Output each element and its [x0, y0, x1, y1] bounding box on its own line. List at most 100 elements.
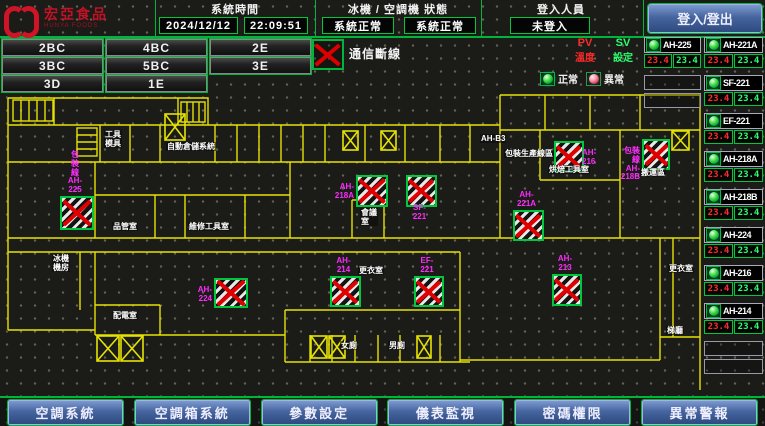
login-logout-button[interactable]: 登入/登出: [648, 4, 762, 33]
room-label: 會議 室: [360, 208, 378, 226]
unit-led-cell: [706, 304, 721, 318]
room-label: 包裝生產線區: [504, 149, 554, 158]
nav-button-1[interactable]: 空調箱系統: [135, 400, 250, 425]
floor-button-3d[interactable]: 3D: [2, 75, 103, 92]
room-label: 工具 模具: [104, 130, 122, 148]
nav-button-5[interactable]: 異常警報: [642, 400, 757, 425]
unit-name-label: AH-224: [723, 230, 751, 240]
unit-name-row: AH-225: [644, 37, 701, 53]
unit-name-label: AH-216: [723, 268, 751, 278]
room-label: 品管室: [112, 222, 138, 231]
unit-tile-ef-221[interactable]: EF-22123.423.4: [704, 113, 763, 144]
unit-name-row: AH-216: [704, 265, 763, 281]
equipment-label: SF-221: [413, 204, 427, 222]
unit-tile-ah-218b[interactable]: AH-218B23.423.4: [704, 189, 763, 220]
bottom-nav: 空調系統空調箱系統參數設定儀表監視密碼權限異常警報: [0, 396, 765, 426]
equipment-marker-ef-221[interactable]: EF-221: [414, 276, 440, 303]
temperature-label: 溫度: [566, 49, 604, 64]
floor-selector: 2BC4BC2E 3BC5BC3E 3D1E: [2, 38, 314, 92]
floor-button-3e[interactable]: 3E: [210, 57, 311, 74]
room-label: 自動倉儲系統: [166, 142, 216, 151]
equipment-marker-ah-225[interactable]: 包裝線 AH-225: [60, 196, 90, 226]
unit-led-cell: [646, 38, 661, 52]
unit-pv-value: 23.4: [644, 54, 672, 68]
unit-name-label: AH-214: [723, 306, 751, 316]
unit-sv-value: 23.4: [734, 92, 763, 106]
unit-tile-sf-221[interactable]: SF-22123.423.4: [704, 75, 763, 106]
pv-sv-header: PV SV 溫度 設定: [566, 37, 642, 64]
unit-sv-value: 23.4: [673, 54, 701, 68]
unit-name-row: AH-214: [704, 303, 763, 319]
empty-slot: [644, 75, 701, 90]
comm-fail-hatch-icon: [60, 196, 94, 230]
legend-abnormal-label: 異常: [604, 71, 624, 86]
floor-button-2e[interactable]: 2E: [210, 39, 311, 56]
machine-status-panel: 冰機 / 空調機 狀態 系統正常 系統正常: [316, 0, 480, 36]
company-logo: 宏亞食品 HUNYA FOODS: [4, 2, 154, 34]
unit-status-led-icon: [708, 115, 720, 127]
nav-button-0[interactable]: 空調系統: [8, 400, 123, 425]
nav-button-4[interactable]: 密碼權限: [515, 400, 630, 425]
empty-slot: [704, 341, 763, 356]
comm-fail-hatch-icon: [414, 276, 444, 307]
unit-status-led-icon: [708, 229, 720, 241]
unit-values-row: 23.423.4: [704, 244, 763, 258]
unit-led-cell: [706, 152, 721, 166]
unit-tile-ah-221a[interactable]: AH-221A23.423.4: [704, 37, 763, 68]
top-bar: 宏亞食品 HUNYA FOODS 系統時間 2024/12/12 22:09:5…: [0, 0, 765, 38]
unit-tile-ah-214[interactable]: AH-21423.423.4: [704, 303, 763, 334]
legend-normal-label: 正常: [558, 71, 578, 86]
unit-tile-ah-216[interactable]: AH-216 23.423.4: [704, 265, 763, 296]
floor-button-3bc[interactable]: 3BC: [2, 57, 103, 74]
unit-sv-value: 23.4: [734, 206, 763, 220]
system-date-value: 2024/12/12: [159, 17, 238, 34]
equipment-label: 包裝線 AH-225: [68, 151, 83, 195]
unit-tile-ah-218a[interactable]: AH-218A23.423.4: [704, 151, 763, 182]
unit-values-row: 23.423.4: [704, 92, 763, 106]
logo-subtitle: HUNYA FOODS: [44, 23, 108, 29]
equipment-marker-ah-224[interactable]: AH-224: [214, 278, 244, 304]
floor-button-2bc[interactable]: 2BC: [2, 39, 103, 56]
equipment-marker-ah-216[interactable]: AH-216: [554, 141, 580, 168]
unit-pv-value: 23.4: [704, 282, 733, 296]
floor-button-5bc[interactable]: 5BC: [106, 57, 207, 74]
unit-name-row: SF-221: [704, 75, 763, 91]
equipment-marker-ah-221a[interactable]: AH-221A: [513, 210, 540, 237]
equipment-marker-sf-221[interactable]: SF-221: [406, 175, 433, 203]
equipment-marker-ah-218a[interactable]: AH-218A: [356, 175, 384, 203]
unit-led-cell: [706, 190, 721, 204]
unit-values-row: 23.423.4: [704, 206, 763, 220]
empty-slot: [644, 93, 701, 108]
unit-values-row: 23.423.4: [704, 282, 763, 296]
unit-name-row: AH-221A: [704, 37, 763, 53]
unit-name-label: AH-225: [663, 40, 691, 50]
unit-sv-value: 23.4: [734, 282, 763, 296]
unit-tile-ah-224[interactable]: AH-224 23.423.4: [704, 227, 763, 258]
equipment-marker-ah-213[interactable]: AH-213: [552, 274, 578, 302]
equipment-marker-ah-218b[interactable]: 包裝線 AH-218B: [642, 139, 666, 166]
unit-tile-ah-225[interactable]: AH-225 23.423.4: [644, 37, 701, 68]
unit-led-cell: [706, 114, 721, 128]
comm-alarm-label: 通信斷線: [349, 45, 401, 62]
sv-column-label: SV: [604, 37, 642, 49]
room-label: 男廁: [388, 341, 406, 350]
comm-fail-hatch-icon: [330, 276, 361, 307]
equipment-label: AH-218A: [335, 183, 354, 201]
nav-button-2[interactable]: 參數設定: [262, 400, 377, 425]
floor-button-4bc[interactable]: 4BC: [106, 39, 207, 56]
room-label: 冰機 機房: [52, 254, 70, 272]
floor-button-1e[interactable]: 1E: [106, 75, 207, 92]
equipment-marker-ah-214[interactable]: AH-214: [330, 276, 357, 303]
unit-pv-value: 23.4: [704, 168, 733, 182]
unit-led-cell: [706, 266, 721, 280]
unit-name-label: EF-221: [723, 116, 750, 126]
unit-sv-value: 23.4: [734, 130, 763, 144]
comm-fail-hatch-icon: [356, 175, 388, 207]
system-time-value: 22:09:51: [244, 17, 308, 34]
nav-button-3[interactable]: 儀表監視: [388, 400, 503, 425]
unit-pv-value: 23.4: [704, 92, 733, 106]
unit-sv-value: 23.4: [734, 54, 763, 68]
unit-name-row: EF-221: [704, 113, 763, 129]
setpoint-label: 設定: [604, 49, 642, 64]
unit-name-label: AH-221A: [723, 40, 757, 50]
